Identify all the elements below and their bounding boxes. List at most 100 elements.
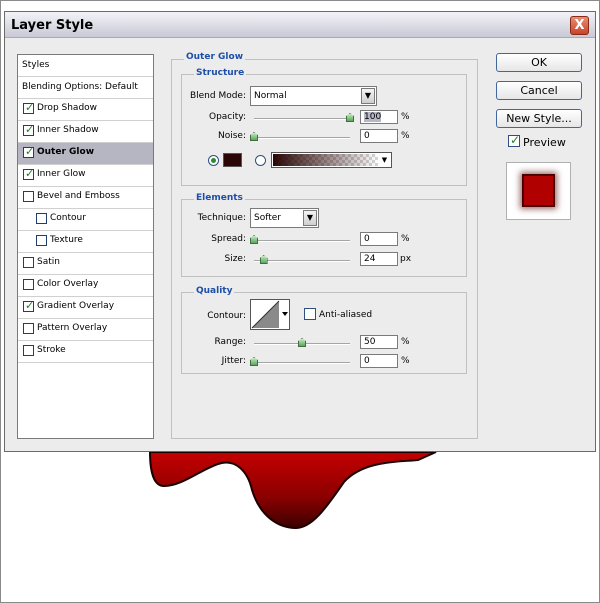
document-canvas[interactable] [4,452,596,599]
styles-list: Styles Blending Options: Default ✓ Drop S… [17,54,154,439]
style-checkbox[interactable]: ✓ [23,167,35,180]
preview-checkbox[interactable]: ✓ [508,133,521,147]
style-checkbox[interactable] [36,213,47,224]
blending-options-label: Blending Options: Default [22,82,138,92]
noise-slider-track[interactable] [254,137,350,139]
checkmark-icon: ✓ [25,299,35,312]
style-item-color-overlay[interactable]: Color Overlay [18,275,153,297]
new-style-button[interactable]: New Style... [496,109,582,128]
noise-label: Noise: [218,131,246,141]
style-item-contour[interactable]: Contour [18,209,153,231]
layer-style-dialog: Layer Style X Styles Blending Options: D… [4,11,596,452]
jitter-label: Jitter: [221,356,246,366]
checkmark-icon: ✓ [25,145,35,158]
style-item-satin[interactable]: Satin [18,253,153,275]
blend-mode-value: Normal [254,91,287,101]
quality-title: Quality [194,286,235,296]
style-checkbox[interactable]: ✓ [23,123,35,136]
style-item-label: Pattern Overlay [37,323,108,333]
jitter-unit: % [401,356,410,366]
checkmark-icon: ✓ [25,101,35,114]
contour-label: Contour: [207,311,246,321]
outer-glow-title: Outer Glow [184,52,246,62]
spread-unit: % [401,234,410,244]
noise-unit: % [401,131,410,141]
style-item-stroke[interactable]: Stroke [18,341,153,363]
jitter-value: 0 [364,356,370,366]
style-item-inner-glow[interactable]: ✓ Inner Glow [18,165,153,187]
blending-options-item[interactable]: Blending Options: Default [18,77,153,99]
style-item-pattern-overlay[interactable]: Pattern Overlay [18,319,153,341]
checkmark-icon: ✓ [510,133,521,147]
style-checkbox[interactable] [23,257,34,268]
gradient-radio[interactable] [255,155,266,166]
cancel-button[interactable]: Cancel [496,81,582,100]
preview-label: Preview [523,136,566,149]
gradient-picker[interactable]: ▼ [271,152,392,168]
style-item-label: Inner Glow [37,169,86,179]
checkmark-icon: ✓ [25,167,35,180]
opacity-label: Opacity: [209,112,246,122]
size-input[interactable]: 24 [360,252,398,266]
size-label: Size: [224,254,246,264]
technique-value: Softer [254,213,281,223]
gradient-preview [273,154,378,166]
red-shape-artwork [148,452,437,530]
style-item-inner-shadow[interactable]: ✓ Inner Shadow [18,121,153,143]
close-icon: X [574,18,585,33]
size-unit: px [400,254,412,264]
style-checkbox[interactable] [23,345,34,356]
noise-input[interactable]: 0 [360,129,398,143]
style-item-label: Outer Glow [37,147,95,157]
preview-swatch [522,174,555,207]
style-item-texture[interactable]: Texture [18,231,153,253]
contour-picker[interactable] [250,299,290,330]
style-item-bevel-and-emboss[interactable]: Bevel and Emboss [18,187,153,209]
solid-color-radio[interactable] [208,155,219,166]
technique-select[interactable]: Softer ▼ [250,208,319,228]
glow-color-swatch[interactable] [223,153,242,167]
style-item-outer-glow[interactable]: ✓ Outer Glow [18,143,153,165]
style-item-label: Contour [50,213,86,223]
style-checkbox[interactable]: ✓ [23,101,35,114]
range-label: Range: [214,337,246,347]
jitter-slider-track[interactable] [254,362,350,364]
opacity-unit: % [401,112,410,122]
contour-curve-icon [251,300,288,329]
anti-aliased-checkbox[interactable] [304,308,316,320]
style-checkbox[interactable] [23,191,34,202]
range-input[interactable]: 50 [360,335,398,349]
spread-slider-track[interactable] [254,240,350,242]
opacity-input[interactable]: 100 [360,110,398,124]
chevron-down-icon: ▼ [361,88,375,104]
spread-input[interactable]: 0 [360,232,398,246]
style-item-drop-shadow[interactable]: ✓ Drop Shadow [18,99,153,121]
style-checkbox[interactable]: ✓ [23,145,35,158]
style-item-label: Gradient Overlay [37,301,115,311]
range-value: 50 [364,337,376,347]
style-item-label: Satin [37,257,60,267]
style-item-label: Bevel and Emboss [37,191,120,201]
radio-selected-dot [211,158,216,163]
structure-title: Structure [194,68,247,78]
style-checkbox[interactable] [23,279,34,290]
ok-button[interactable]: OK [496,53,582,72]
style-checkbox[interactable] [23,323,34,334]
jitter-input[interactable]: 0 [360,354,398,368]
size-slider-track[interactable] [254,260,350,262]
style-checkbox[interactable] [36,235,47,246]
checkmark-icon: ✓ [25,123,35,136]
preview-thumbnail [506,162,571,220]
size-value: 24 [364,254,376,264]
elements-title: Elements [194,193,245,203]
blend-mode-select[interactable]: Normal ▼ [250,86,377,106]
style-checkbox[interactable]: ✓ [23,299,35,312]
spread-value: 0 [364,234,370,244]
styles-header-label: Styles [22,60,50,70]
dialog-title: Layer Style [11,18,94,33]
close-button[interactable]: X [570,16,589,35]
opacity-slider-track[interactable] [254,118,350,120]
style-item-gradient-overlay[interactable]: ✓ Gradient Overlay [18,297,153,319]
spread-label: Spread: [211,234,246,244]
styles-header[interactable]: Styles [18,55,153,77]
